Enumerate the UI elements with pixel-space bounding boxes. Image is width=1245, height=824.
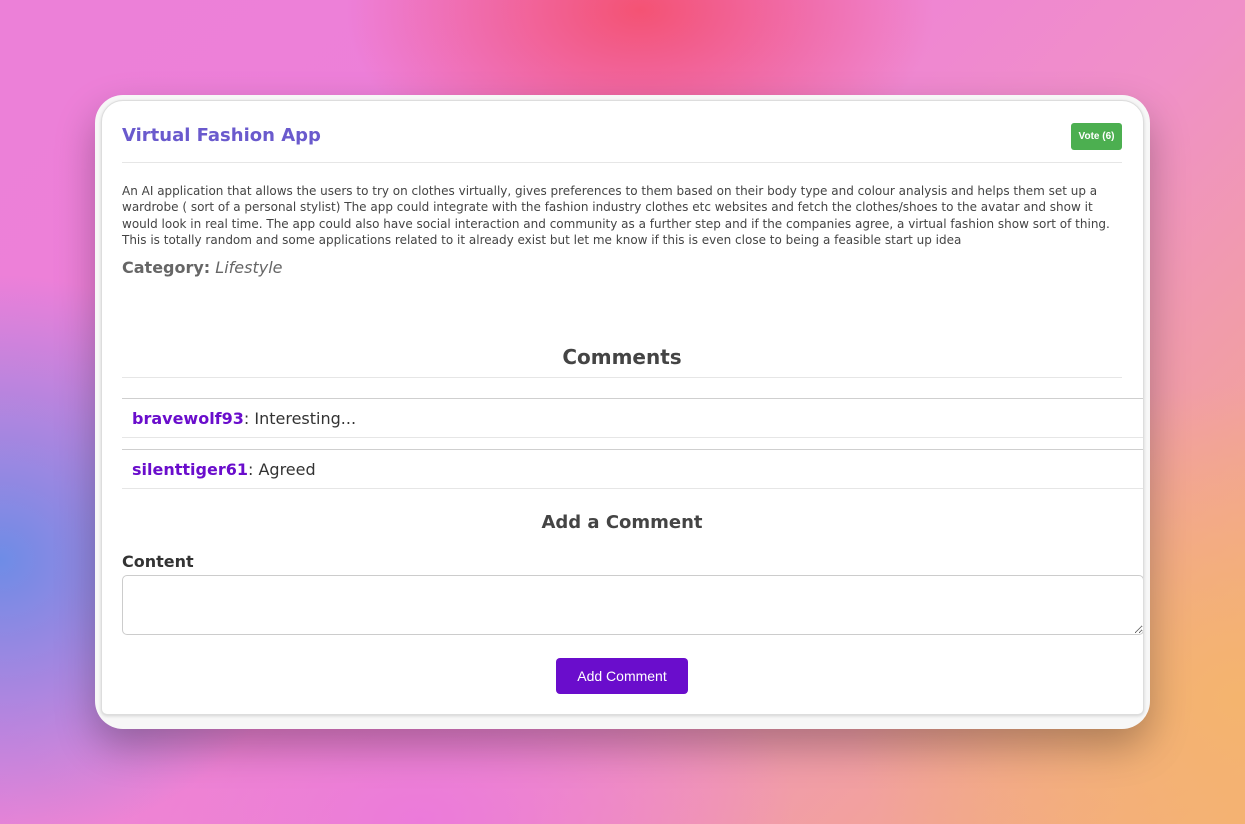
comments-divider: [122, 377, 1122, 378]
idea-description: An AI application that allows the users …: [122, 184, 1110, 247]
add-comment-heading: Add a Comment: [541, 512, 703, 533]
comment-text: Interesting...: [249, 408, 357, 428]
title-divider: [122, 162, 1122, 163]
comment-author[interactable]: bravewolf93: [132, 409, 244, 428]
browser-window: Virtual Fashion App Vote (6) An AI appli…: [95, 95, 1150, 729]
vote-button[interactable]: Vote (6): [1071, 123, 1122, 150]
comment-text: Agreed: [253, 459, 316, 479]
comment-item: bravewolf93: Interesting...: [122, 398, 1143, 438]
add-comment-button[interactable]: Add Comment: [556, 658, 688, 694]
idea-panel: Virtual Fashion App Vote (6) An AI appli…: [101, 100, 1144, 715]
comments-heading: Comments: [562, 345, 682, 369]
idea-category: Category: Lifestyle: [122, 258, 283, 277]
category-label: Category:: [122, 258, 211, 277]
idea-title: Virtual Fashion App: [122, 125, 321, 146]
comment-item: silenttiger61: Agreed: [122, 449, 1143, 489]
comment-content-input[interactable]: [122, 575, 1143, 635]
comment-author[interactable]: silenttiger61: [132, 460, 248, 479]
content-label: Content: [122, 552, 194, 571]
category-value: Lifestyle: [215, 258, 283, 277]
